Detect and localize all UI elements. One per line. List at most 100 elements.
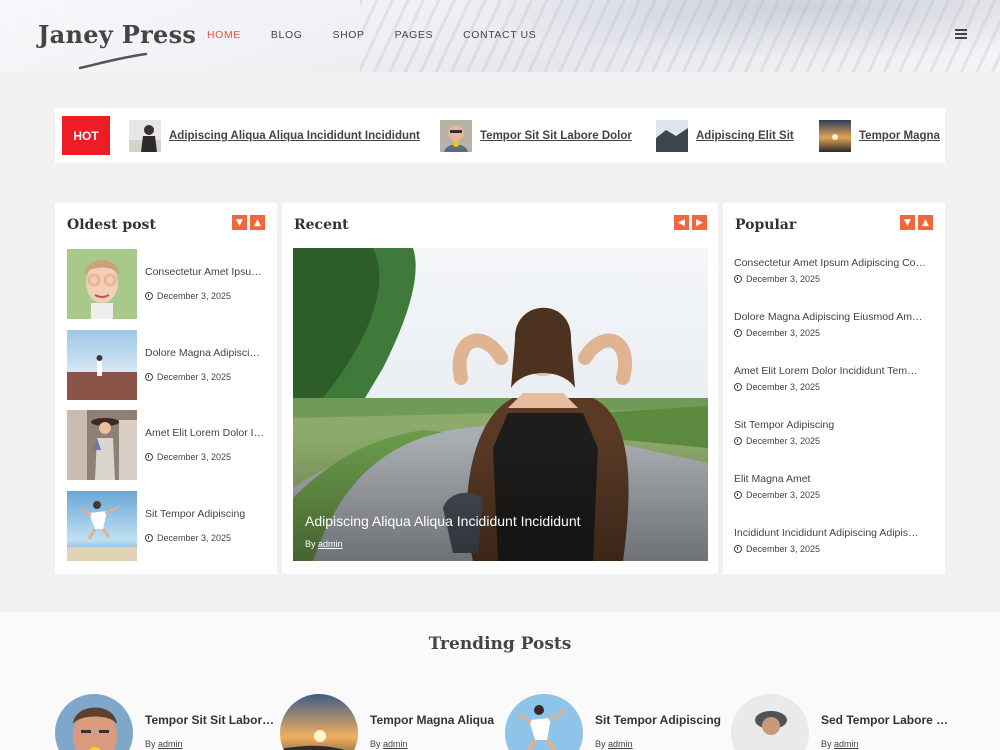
post-date-text: December 3, 2025 bbox=[746, 382, 821, 392]
post-date: December 3, 2025 bbox=[145, 372, 231, 382]
oldest-post-panel: Oldest post ▼ ▲ Consectetur Amet Ipsum A… bbox=[55, 203, 277, 574]
author-link[interactable]: admin bbox=[834, 739, 859, 749]
post-title[interactable]: Sit Tempor Adipiscing bbox=[734, 419, 934, 431]
post-date: December 3, 2025 bbox=[734, 328, 820, 338]
trending-post-byline: By admin bbox=[821, 739, 859, 749]
post-title[interactable]: Consectetur Amet Ipsum Adipiscing Co… bbox=[734, 257, 934, 269]
clock-icon bbox=[734, 275, 742, 283]
post-date-text: December 3, 2025 bbox=[746, 544, 821, 554]
trending-post-title[interactable]: Tempor Sit Sit Labore Dolor bbox=[145, 713, 275, 727]
panel-title: Popular bbox=[735, 217, 797, 233]
clock-icon bbox=[734, 491, 742, 499]
post-date-text: December 3, 2025 bbox=[746, 436, 821, 446]
nav-pages[interactable]: PAGES bbox=[395, 29, 433, 41]
ticker-item-title[interactable]: Tempor Magna bbox=[859, 130, 940, 142]
list-item[interactable]: Amet Elit Lorem Dolor Incididunt Decembe… bbox=[67, 410, 267, 480]
trending-post[interactable]: Sit Tempor Adipiscing By admin bbox=[505, 694, 725, 750]
nav-contact-us[interactable]: CONTACT US bbox=[463, 29, 536, 41]
clock-icon bbox=[734, 545, 742, 553]
post-date: December 3, 2025 bbox=[145, 533, 231, 543]
trending-thumbnail bbox=[505, 694, 583, 750]
post-date: December 3, 2025 bbox=[734, 382, 820, 392]
chevron-down-icon[interactable]: ▼ bbox=[232, 215, 247, 230]
post-date-text: December 3, 2025 bbox=[746, 490, 821, 500]
site-logo[interactable]: Janey Press bbox=[38, 20, 196, 49]
post-date-text: December 3, 2025 bbox=[157, 291, 232, 301]
nav-shop[interactable]: SHOP bbox=[332, 29, 364, 41]
post-title[interactable]: Dolore Magna Adipiscing Eiusmod bbox=[145, 347, 265, 359]
featured-post-title[interactable]: Adipiscing Aliqua Aliqua Incididunt Inci… bbox=[305, 513, 581, 529]
list-item[interactable]: Sit Tempor Adipiscing December 3, 2025 bbox=[67, 491, 267, 561]
post-thumbnail bbox=[67, 249, 137, 319]
ticker-item-title[interactable]: Adipiscing Aliqua Aliqua Incididunt Inci… bbox=[169, 130, 420, 142]
chevron-right-icon[interactable]: ▶ bbox=[692, 215, 707, 230]
trending-post[interactable]: Sed Tempor Labore Dolor By admin bbox=[731, 694, 956, 750]
trending-post-title[interactable]: Tempor Magna Aliqua bbox=[370, 713, 500, 727]
site-header: Janey Press HOME BLOG SHOP PAGES CONTACT… bbox=[0, 0, 1000, 72]
clock-icon bbox=[145, 373, 153, 381]
post-thumbnail bbox=[67, 410, 137, 480]
hamburger-menu-icon[interactable] bbox=[955, 29, 967, 39]
ticker-thumbnail bbox=[440, 120, 472, 152]
author-link[interactable]: admin bbox=[318, 539, 343, 549]
trending-post-title[interactable]: Sed Tempor Labore Dolor bbox=[821, 713, 951, 727]
post-title[interactable]: Amet Elit Lorem Dolor Incididunt bbox=[145, 427, 265, 439]
post-title[interactable]: Elit Magna Amet bbox=[734, 473, 934, 485]
ticker-item[interactable]: Tempor Sit Sit Labore Dolor bbox=[440, 120, 632, 152]
ticker-item[interactable]: Adipiscing Elit Sit bbox=[656, 120, 794, 152]
author-link[interactable]: admin bbox=[158, 739, 183, 749]
author-link[interactable]: admin bbox=[383, 739, 408, 749]
post-date: December 3, 2025 bbox=[145, 452, 231, 462]
author-link[interactable]: admin bbox=[608, 739, 633, 749]
post-date: December 3, 2025 bbox=[145, 291, 231, 301]
post-date-text: December 3, 2025 bbox=[157, 533, 232, 543]
byline-label: By bbox=[595, 739, 606, 749]
post-date-text: December 3, 2025 bbox=[157, 372, 232, 382]
clock-icon bbox=[734, 329, 742, 337]
chevron-up-icon[interactable]: ▲ bbox=[918, 215, 933, 230]
chevron-up-icon[interactable]: ▲ bbox=[250, 215, 265, 230]
post-title[interactable]: Sit Tempor Adipiscing bbox=[145, 508, 265, 520]
panel-arrows: ▼ ▲ bbox=[900, 215, 933, 230]
nav-home[interactable]: HOME bbox=[207, 29, 241, 41]
ticker-item[interactable]: Tempor Magna bbox=[819, 120, 940, 152]
ticker-item-title[interactable]: Tempor Sit Sit Labore Dolor bbox=[480, 130, 632, 142]
post-title[interactable]: Incididunt Incididunt Adipiscing Adipis… bbox=[734, 527, 934, 539]
post-date: December 3, 2025 bbox=[734, 274, 820, 284]
panel-title: Recent bbox=[294, 217, 349, 233]
list-item[interactable]: Dolore Magna Adipiscing Eiusmod December… bbox=[67, 330, 267, 400]
post-title[interactable]: Dolore Magna Adipiscing Eiusmod Am… bbox=[734, 311, 934, 323]
clock-icon bbox=[145, 534, 153, 542]
byline-label: By bbox=[821, 739, 832, 749]
popular-panel: Popular ▼ ▲ Consectetur Amet Ipsum Adipi… bbox=[723, 203, 945, 574]
ticker-item[interactable]: Adipiscing Aliqua Aliqua Incididunt Inci… bbox=[129, 120, 420, 152]
byline-label: By bbox=[145, 739, 156, 749]
post-thumbnail bbox=[67, 330, 137, 400]
post-date: December 3, 2025 bbox=[734, 490, 820, 500]
clock-icon bbox=[734, 437, 742, 445]
post-title[interactable]: Consectetur Amet Ipsum Adipiscing bbox=[145, 266, 265, 278]
featured-post[interactable]: Adipiscing Aliqua Aliqua Incididunt Inci… bbox=[293, 248, 708, 561]
ticker-thumbnail bbox=[129, 120, 161, 152]
chevron-down-icon[interactable]: ▼ bbox=[900, 215, 915, 230]
ticker-item-title[interactable]: Adipiscing Elit Sit bbox=[696, 130, 794, 142]
list-item[interactable]: Consectetur Amet Ipsum Adipiscing Decemb… bbox=[67, 249, 267, 319]
ticker-thumbnail bbox=[656, 120, 688, 152]
clock-icon bbox=[734, 383, 742, 391]
trending-post[interactable]: Tempor Sit Sit Labore Dolor By admin bbox=[55, 694, 275, 750]
trending-thumbnail bbox=[731, 694, 809, 750]
chevron-left-icon[interactable]: ◀ bbox=[674, 215, 689, 230]
featured-post-byline: By admin bbox=[305, 539, 343, 549]
trending-post[interactable]: Tempor Magna Aliqua By admin bbox=[280, 694, 500, 750]
main-nav: HOME BLOG SHOP PAGES CONTACT US bbox=[207, 29, 566, 41]
trending-post-title[interactable]: Sit Tempor Adipiscing bbox=[595, 713, 725, 727]
trending-post-byline: By admin bbox=[145, 739, 183, 749]
post-date-text: December 3, 2025 bbox=[746, 328, 821, 338]
trending-post-byline: By admin bbox=[595, 739, 633, 749]
recent-panel: Recent ◀ ▶ Adipiscing Aliqua Aliqua Inci… bbox=[282, 203, 718, 574]
nav-blog[interactable]: BLOG bbox=[271, 29, 303, 41]
post-title[interactable]: Amet Elit Lorem Dolor Incididunt Tem… bbox=[734, 365, 934, 377]
post-date: December 3, 2025 bbox=[734, 544, 820, 554]
section-title: Trending Posts bbox=[428, 634, 572, 654]
trending-post-byline: By admin bbox=[370, 739, 408, 749]
